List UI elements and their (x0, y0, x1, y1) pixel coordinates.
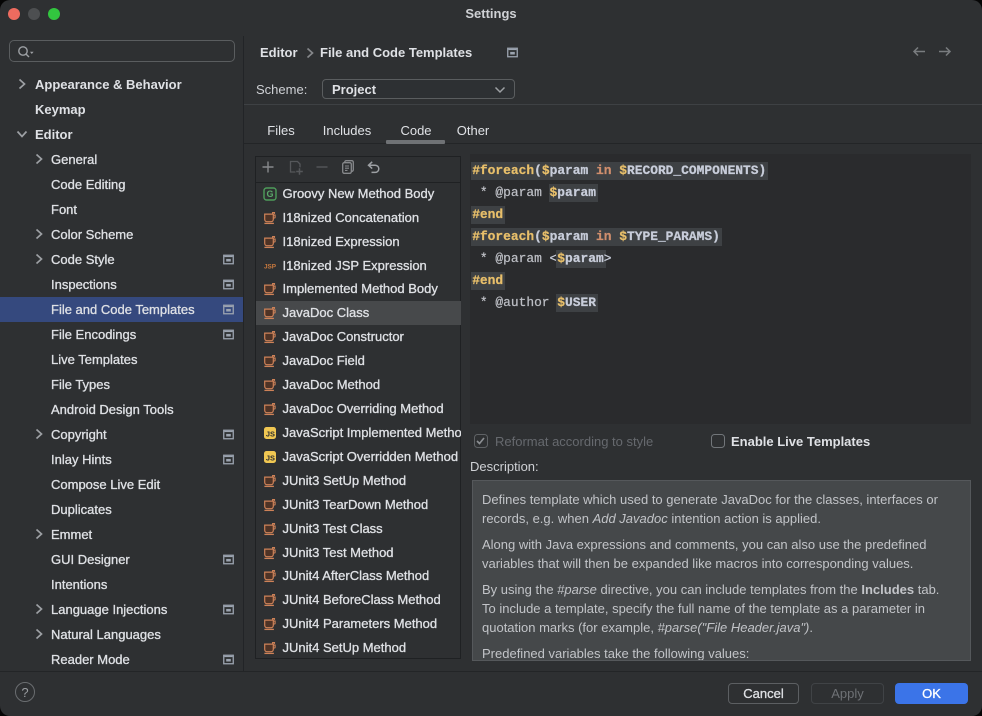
svg-text:JS: JS (266, 430, 275, 439)
svg-text:JSP: JSP (264, 263, 277, 270)
svg-text:G: G (266, 189, 273, 199)
svg-text:JS: JS (266, 454, 275, 463)
